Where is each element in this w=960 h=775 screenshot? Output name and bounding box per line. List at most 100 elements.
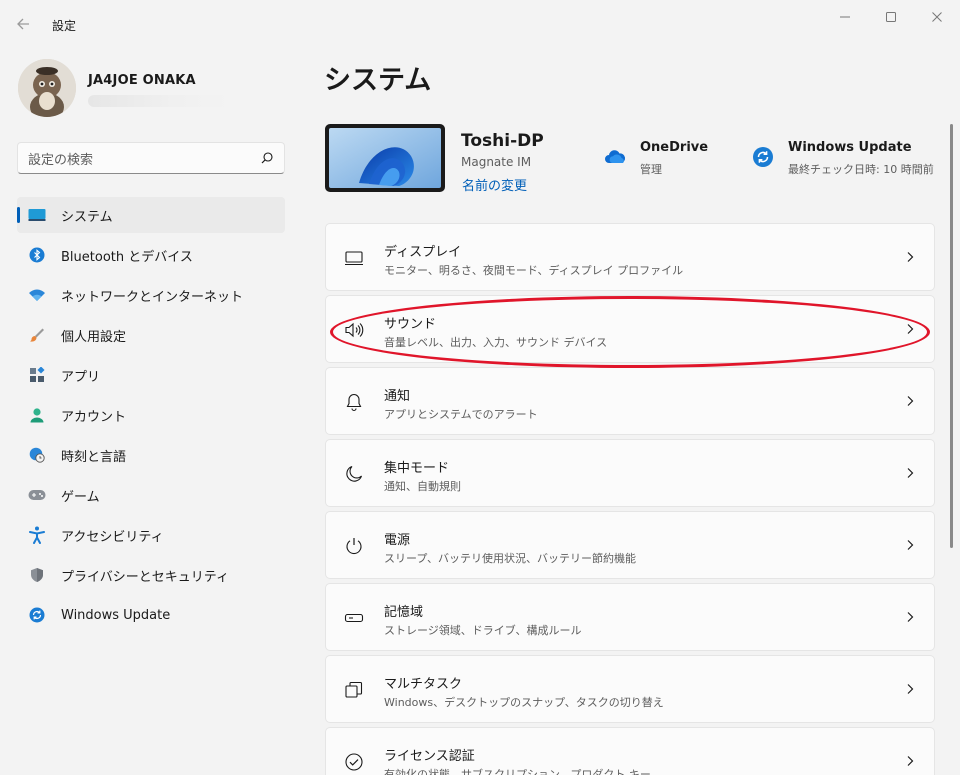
sync-icon	[753, 147, 773, 167]
search-icon[interactable]	[260, 151, 274, 165]
windows-update-status[interactable]: Windows Update 最終チェック日時: 10 時間前	[752, 140, 942, 180]
apps-icon	[27, 365, 47, 385]
sidebar-item-bluetooth[interactable]: Bluetooth とデバイス	[17, 237, 285, 273]
chevron-right-icon	[907, 252, 914, 262]
chevron-right-icon	[907, 396, 914, 406]
minimize-button[interactable]	[822, 0, 868, 34]
card-subtitle: スリープ、バッテリ使用状況、バッテリー節約機能	[384, 552, 637, 565]
card-title: 記憶域	[384, 605, 424, 620]
profile-name: JA4JOE ONAKA	[88, 73, 196, 88]
card-subtitle: モニター、明るさ、夜間モード、ディスプレイ プロファイル	[384, 264, 684, 277]
sidebar-item-gaming[interactable]: ゲーム	[17, 477, 285, 513]
sync-icon	[27, 605, 47, 625]
multitask-icon	[345, 681, 363, 698]
bell-icon	[346, 393, 362, 412]
card-title: 通知	[384, 389, 411, 404]
scrollbar[interactable]	[950, 124, 953, 548]
chevron-right-icon	[907, 756, 914, 766]
device-name: Toshi-DP	[461, 131, 544, 151]
settings-card-focus[interactable]: 集中モード 通知、自動規則	[325, 439, 935, 507]
card-subtitle: Windows、デスクトップのスナップ、タスクの切り替え	[384, 696, 664, 709]
card-title: 集中モード	[384, 461, 450, 476]
rename-link[interactable]: 名前の変更	[462, 175, 527, 194]
check-circle-icon	[345, 753, 363, 771]
settings-card-sound[interactable]: サウンド 音量レベル、出力、入力、サウンド デバイス	[325, 295, 935, 363]
sidebar-item-accessibility[interactable]: アクセシビリティ	[17, 517, 285, 553]
storage-icon	[344, 613, 364, 623]
avatar-image	[18, 59, 76, 117]
sidebar-item-accounts[interactable]: アカウント	[17, 397, 285, 433]
onedrive-status[interactable]: OneDrive 管理	[604, 140, 734, 180]
bluetooth-icon	[27, 245, 47, 265]
wallpaper-image	[329, 128, 441, 188]
speaker-icon	[345, 322, 364, 338]
power-icon	[346, 538, 362, 555]
chevron-right-icon	[907, 684, 914, 694]
gamepad-icon	[27, 485, 47, 505]
sidebar-item-privacy[interactable]: プライバシーとセキュリティ	[17, 557, 285, 593]
card-subtitle: 通知、自動規則	[384, 480, 461, 493]
card-title: マルチタスク	[384, 677, 463, 692]
sidebar-item-label: アクセシビリティ	[61, 529, 164, 545]
close-icon	[932, 12, 942, 22]
person-icon	[27, 405, 47, 425]
sidebar-item-label: アプリ	[61, 369, 101, 385]
sidebar-item-network[interactable]: ネットワークとインターネット	[17, 277, 285, 313]
arrow-left-icon	[17, 18, 29, 30]
profile-email-redacted	[88, 95, 230, 107]
wifi-icon	[27, 285, 47, 305]
accessibility-icon	[27, 525, 47, 545]
chevron-right-icon	[907, 324, 914, 334]
app-title: 設定	[52, 19, 77, 33]
card-subtitle: 有効化の状態、サブスクリプション、プロダクト キー	[384, 768, 651, 775]
user-profile[interactable]: JA4JOE ONAKA	[18, 59, 288, 119]
settings-list: ディスプレイ モニター、明るさ、夜間モード、ディスプレイ プロファイル サウンド…	[325, 223, 935, 775]
card-subtitle: アプリとシステムでのアラート	[384, 408, 538, 421]
shield-icon	[27, 565, 47, 585]
close-button[interactable]	[914, 0, 960, 34]
settings-card-activation[interactable]: ライセンス認証 有効化の状態、サブスクリプション、プロダクト キー	[325, 727, 935, 775]
sidebar-item-personalization[interactable]: 個人用設定	[17, 317, 285, 353]
settings-card-storage[interactable]: 記憶域 ストレージ領域、ドライブ、構成ルール	[325, 583, 935, 651]
sidebar-item-time-language[interactable]: 時刻と言語	[17, 437, 285, 473]
card-title: 電源	[384, 533, 411, 548]
settings-card-notifications[interactable]: 通知 アプリとシステムでのアラート	[325, 367, 935, 435]
search-box[interactable]: 設定の検索	[17, 142, 285, 174]
title-bar: 設定	[0, 0, 960, 48]
maximize-icon	[886, 12, 896, 22]
card-title: ディスプレイ	[384, 245, 462, 260]
chevron-right-icon	[907, 612, 914, 622]
sidebar-item-label: ネットワークとインターネット	[61, 289, 244, 305]
device-model: Magnate IM	[461, 155, 532, 169]
display-icon	[345, 251, 363, 266]
back-button[interactable]	[14, 14, 34, 34]
onedrive-title: OneDrive	[640, 140, 709, 155]
sidebar-item-windows-update[interactable]: Windows Update	[17, 597, 285, 633]
settings-card-multitasking[interactable]: マルチタスク Windows、デスクトップのスナップ、タスクの切り替え	[325, 655, 935, 723]
sidebar-item-system[interactable]: システム	[17, 197, 285, 233]
sidebar-item-label: 時刻と言語	[61, 449, 127, 465]
maximize-button[interactable]	[868, 0, 914, 34]
sidebar-item-label: Windows Update	[61, 607, 171, 623]
card-subtitle: ストレージ領域、ドライブ、構成ルール	[384, 624, 582, 637]
sidebar-item-label: プライバシーとセキュリティ	[61, 569, 229, 585]
sidebar-item-label: 個人用設定	[61, 329, 127, 345]
sidebar-nav: システム Bluetooth とデバイス ネットワークとインターネット 個人用設…	[17, 197, 285, 637]
settings-card-power[interactable]: 電源 スリープ、バッテリ使用状況、バッテリー節約機能	[325, 511, 935, 579]
device-thumbnail	[325, 124, 445, 192]
sidebar-item-label: Bluetooth とデバイス	[61, 249, 193, 265]
minimize-icon	[840, 16, 850, 18]
chevron-right-icon	[907, 540, 914, 550]
avatar	[18, 59, 76, 117]
chevron-right-icon	[907, 468, 914, 478]
sidebar-item-label: ゲーム	[61, 489, 100, 505]
onedrive-subtitle: 管理	[640, 163, 662, 176]
card-subtitle: 音量レベル、出力、入力、サウンド デバイス	[384, 336, 608, 349]
sidebar-item-apps[interactable]: アプリ	[17, 357, 285, 393]
card-title: ライセンス認証	[384, 749, 475, 764]
search-input[interactable]: 設定の検索	[28, 149, 93, 168]
brush-icon	[27, 325, 47, 345]
cloud-icon	[605, 150, 626, 163]
settings-card-display[interactable]: ディスプレイ モニター、明るさ、夜間モード、ディスプレイ プロファイル	[325, 223, 935, 291]
page-title: システム	[324, 65, 432, 96]
